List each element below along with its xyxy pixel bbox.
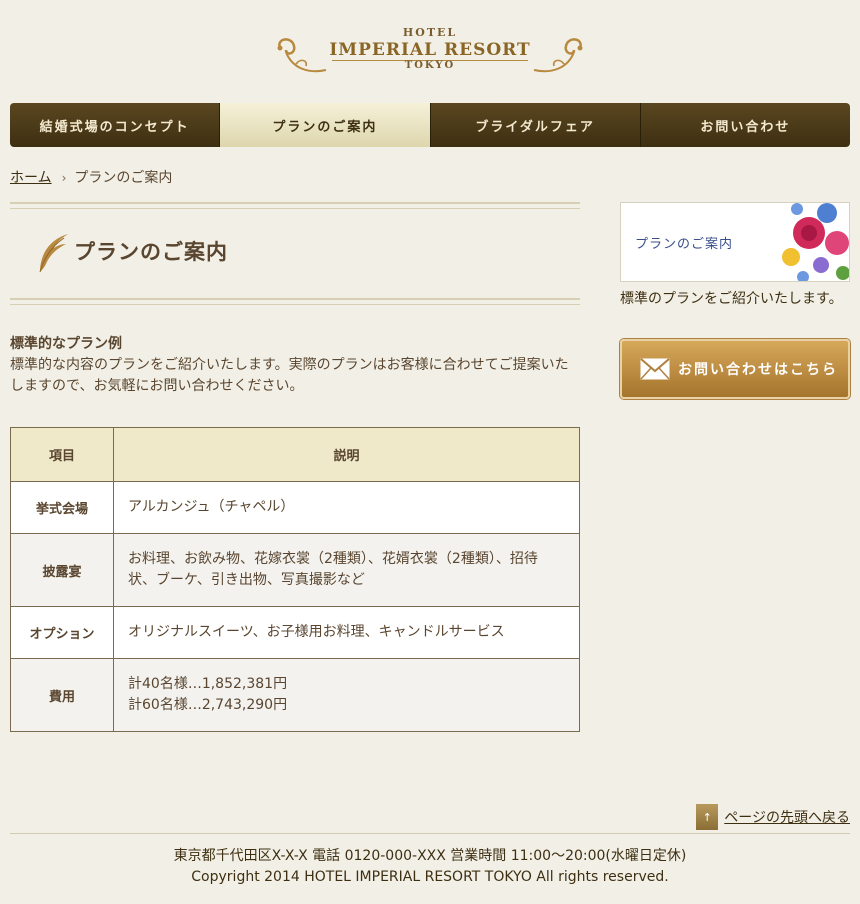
table-row-value: アルカンジュ（チャペル）	[113, 481, 580, 534]
intro-heading: 標準的なプラン例	[10, 336, 122, 352]
hotel-logo[interactable]: HOTEL IMPERIAL RESORT TOKYO	[270, 22, 590, 82]
table-header-description: 説明	[113, 427, 580, 482]
plan-banner[interactable]: プランのご案内	[620, 202, 850, 282]
plan-table: 項目 説明 挙式会場 アルカンジュ（チャペル） 披露宴 お料理、お飲み物、花嫁衣…	[10, 427, 580, 732]
table-row: オプション オリジナルスイーツ、お子様用お料理、キャンドルサービス	[10, 606, 580, 659]
page-title: プランのご案内	[74, 240, 228, 264]
nav-item-contact[interactable]: お問い合わせ	[640, 103, 850, 147]
breadcrumb-current: プランのご案内	[74, 170, 173, 186]
quill-icon	[39, 234, 68, 273]
footer-address: 東京都千代田区X-X-X 電話 0120-000-XXX 営業時間 11:00～…	[173, 848, 687, 864]
page-heading: プランのご案内	[34, 228, 228, 274]
envelope-icon	[640, 358, 670, 380]
heading-rule-top	[10, 202, 580, 209]
banner-text: プランのご案内	[635, 237, 734, 252]
footer-divider	[10, 833, 850, 834]
table-row-value: オリジナルスイーツ、お子様用お料理、キャンドルサービス	[113, 606, 580, 659]
nav-item-plans[interactable]: プランのご案内	[220, 103, 431, 147]
nav-item-concept[interactable]: 結婚式場のコンセプト	[10, 103, 221, 147]
breadcrumb: ホーム › プランのご案内	[10, 167, 172, 187]
back-to-top-link[interactable]: ページの先頭へ戻る	[724, 807, 850, 827]
table-row: 披露宴 お料理、お飲み物、花嫁衣裳（2種類）、花婿衣裳（2種類）、招待状、ブーケ…	[10, 533, 580, 607]
table-row-value: 計40名様…1,852,381円 計60名様…2,743,290円	[113, 658, 580, 732]
main-nav: 結婚式場のコンセプト プランのご案内 ブライダルフェア お問い合わせ	[10, 103, 850, 147]
contact-button-label: お問い合わせはこちら	[678, 362, 838, 378]
intro-section: 標準的なプラン例 標準的な内容のプランをご紹介いたします。実際のプランはお客様に…	[10, 334, 580, 397]
intro-body: 標準的な内容のプランをご紹介いたします。実際のプランはお客様に合わせてご提案いた…	[10, 357, 569, 394]
table-row: 費用 計40名様…1,852,381円 計60名様…2,743,290円	[10, 658, 580, 732]
table-row-label: オプション	[10, 606, 114, 659]
footer-copyright: Copyright 2014 HOTEL IMPERIAL RESORT TOK…	[191, 869, 669, 885]
ornament-right-icon	[533, 38, 583, 73]
table-header-item: 項目	[10, 427, 114, 482]
banner-caption: 標準のプランをご紹介いたします。	[620, 291, 843, 307]
breadcrumb-chevron-icon: ›	[61, 171, 67, 185]
table-cell-text: オリジナルスイーツ、お子様用お料理、キャンドルサービス	[128, 624, 505, 640]
table-row: 挙式会場 アルカンジュ（チャペル）	[10, 481, 580, 534]
contact-button[interactable]: お問い合わせはこちら	[620, 339, 850, 399]
breadcrumb-home-link[interactable]: ホーム	[10, 170, 52, 186]
nav-item-bridal-fair[interactable]: ブライダルフェア	[430, 103, 641, 147]
footer: 東京都千代田区X-X-X 電話 0120-000-XXX 営業時間 11:00～…	[0, 846, 860, 888]
heading-rule-bottom	[10, 298, 580, 305]
table-row-label: 挙式会場	[10, 481, 114, 534]
price-line: 計40名様…1,852,381円	[128, 676, 288, 692]
price-line: 計60名様…2,743,290円	[128, 697, 288, 713]
table-row-label: 披露宴	[10, 533, 114, 607]
table-cell-text: アルカンジュ（チャペル）	[128, 499, 295, 515]
back-to-top[interactable]: ↑ ページの先頭へ戻る	[696, 804, 850, 830]
bouquet-image	[782, 203, 849, 281]
table-row-value: お料理、お飲み物、花嫁衣裳（2種類）、花婿衣裳（2種類）、招待状、ブーケ、引き出…	[113, 533, 580, 607]
table-row-label: 費用	[10, 658, 114, 732]
table-cell-text: お料理、お飲み物、花嫁衣裳（2種類）、花婿衣裳（2種類）、招待状、ブーケ、引き出…	[128, 551, 538, 588]
arrow-up-icon: ↑	[696, 804, 719, 830]
